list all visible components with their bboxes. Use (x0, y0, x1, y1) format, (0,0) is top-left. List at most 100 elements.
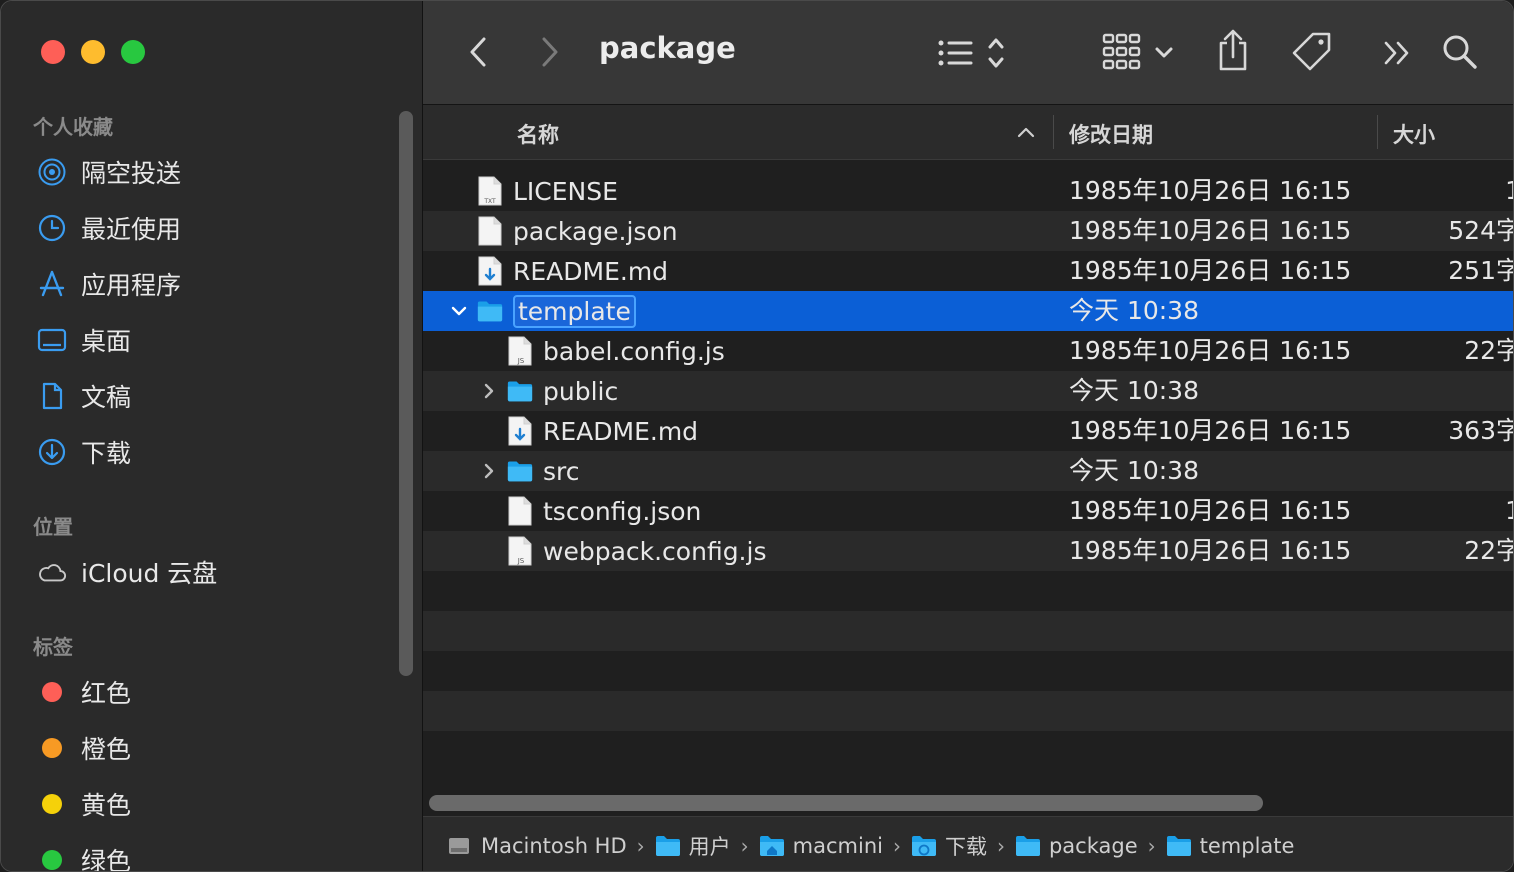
empty-row (423, 571, 1513, 611)
file-list: TXTLICENSE1985年10月26日 16:151package.json… (423, 171, 1513, 771)
file-date: 1985年10月26日 16:15 (1069, 496, 1352, 525)
breadcrumb-item[interactable]: package (1015, 834, 1138, 858)
file-row[interactable]: JS babel.config.js 1985年10月26日 16:15 22字 (423, 331, 1513, 371)
double-chevron-right-icon (1384, 41, 1409, 65)
folder-icon (477, 296, 503, 326)
search-button[interactable] (1441, 33, 1479, 71)
folder-icon (1015, 834, 1041, 858)
sidebar-item[interactable]: 应用程序 (37, 264, 377, 304)
chevron-down-icon[interactable] (449, 291, 469, 331)
sidebar-item[interactable]: 桌面 (37, 320, 377, 360)
chevron-right-icon: › (996, 834, 1005, 858)
file-row[interactable]: template 今天 10:38 (423, 291, 1513, 331)
grid-icon (1102, 33, 1173, 70)
sidebar-item[interactable]: 黄色 (37, 784, 377, 824)
sidebar-item[interactable]: 下载 (37, 432, 377, 472)
column-date[interactable]: 修改日期 (1069, 119, 1153, 149)
search-icon (1443, 35, 1477, 69)
zoom-button[interactable] (121, 40, 145, 64)
file-row[interactable]: src 今天 10:38 (423, 451, 1513, 491)
file-row[interactable]: README.md 1985年10月26日 16:15 251字 (423, 251, 1513, 291)
more-toolbar-button[interactable] (1381, 37, 1413, 69)
sidebar-scrollbar[interactable] (399, 111, 413, 676)
column-size[interactable]: 大小 (1393, 119, 1435, 149)
back-button[interactable] (463, 33, 493, 71)
sidebar-item[interactable]: 最近使用 (37, 208, 377, 248)
chevron-right-icon[interactable] (479, 451, 499, 491)
svg-text:JS: JS (517, 557, 525, 565)
breadcrumb-item[interactable]: macmini (759, 834, 883, 858)
file-name-cell: JS babel.config.js (507, 331, 725, 371)
file-name-cell: JS webpack.config.js (507, 531, 766, 571)
column-name[interactable]: 名称 (517, 119, 559, 149)
file-icon (477, 256, 503, 286)
file-size (1441, 451, 1513, 491)
file-date: 1985年10月26日 16:15 (1069, 416, 1352, 445)
file-row[interactable]: TXT LICENSE 1985年10月26日 16:15 1 (423, 171, 1513, 211)
file-size: 524字 (1448, 216, 1514, 245)
file-row[interactable]: tsconfig.json 1985年10月26日 16:15 1 (423, 491, 1513, 531)
file-name-cell: README.md (507, 411, 698, 451)
file-size (1441, 371, 1513, 411)
download-folder-icon (911, 834, 937, 858)
breadcrumb-item[interactable]: Macintosh HD (447, 834, 627, 858)
file-row[interactable]: public 今天 10:38 (423, 371, 1513, 411)
sidebar-section-title: 位置 (33, 515, 73, 539)
file-row[interactable]: package.json 1985年10月26日 16:15 524字 (423, 211, 1513, 251)
breadcrumb-item[interactable]: template (1166, 834, 1294, 858)
tag-button[interactable] (1291, 31, 1333, 73)
sidebar-item[interactable]: 绿色 (37, 840, 377, 871)
file-size: 1 (1441, 171, 1513, 211)
file-name: public (543, 376, 619, 406)
sidebar-item-label: iCloud 云盘 (81, 559, 218, 588)
file-icon: JS (507, 336, 533, 366)
column-divider[interactable] (1377, 115, 1378, 149)
group-button[interactable] (1101, 31, 1179, 73)
file-icon (477, 216, 503, 246)
file-date: 今天 10:38 (1069, 296, 1199, 325)
chevron-right-icon: › (892, 834, 901, 858)
sidebar-section-title: 个人收藏 (33, 115, 113, 139)
disk-icon (447, 834, 473, 858)
file-size: 1 (1441, 491, 1513, 531)
svg-text:TXT: TXT (483, 198, 496, 205)
file-name: README.md (543, 416, 699, 446)
file-name: package.json (513, 216, 678, 246)
chevron-right-icon: › (636, 834, 645, 858)
share-icon (1219, 29, 1247, 71)
share-button[interactable] (1215, 29, 1251, 73)
tag-dot-icon (37, 677, 67, 707)
file-name-cell: tsconfig.json (507, 491, 701, 531)
minimize-button[interactable] (81, 40, 105, 64)
filename-edit-field[interactable]: template (513, 294, 636, 328)
sidebar-item-label: 文稿 (81, 383, 132, 412)
sidebar-item[interactable]: iCloud 云盘 (37, 552, 377, 592)
close-button[interactable] (41, 40, 65, 64)
sidebar-item[interactable]: 文稿 (37, 376, 377, 416)
tag-icon (1292, 32, 1331, 71)
file-size (1441, 291, 1513, 331)
file-icon: TXT (477, 176, 503, 206)
sidebar-item-label: 桌面 (81, 327, 132, 356)
list-view-icon (938, 38, 1004, 68)
column-divider[interactable] (1053, 115, 1054, 149)
file-row[interactable]: JS webpack.config.js 1985年10月26日 16:15 22字 (423, 531, 1513, 571)
toolbar: package (423, 1, 1513, 105)
chevron-left-icon (470, 37, 486, 67)
sort-ascending-icon[interactable] (1017, 123, 1035, 141)
file-name: babel.config.js (543, 336, 725, 366)
sidebar-item[interactable]: 隔空投送 (37, 152, 377, 192)
sidebar-item[interactable]: 红色 (37, 672, 377, 712)
breadcrumb-item[interactable]: 下载 (911, 831, 987, 861)
chevron-right-icon[interactable] (479, 371, 499, 411)
file-row[interactable]: README.md 1985年10月26日 16:15 363字 (423, 411, 1513, 451)
breadcrumb-item[interactable]: 用户 (655, 831, 731, 861)
file-name: webpack.config.js (543, 536, 767, 566)
file-name-cell: src (507, 451, 580, 491)
file-name: LICENSE (513, 176, 618, 206)
horizontal-scrollbar[interactable] (429, 795, 1263, 811)
tag-dot-icon (37, 733, 67, 763)
sidebar-item[interactable]: 橙色 (37, 728, 377, 768)
forward-button[interactable] (535, 33, 565, 71)
view-list-button[interactable] (935, 35, 1015, 71)
